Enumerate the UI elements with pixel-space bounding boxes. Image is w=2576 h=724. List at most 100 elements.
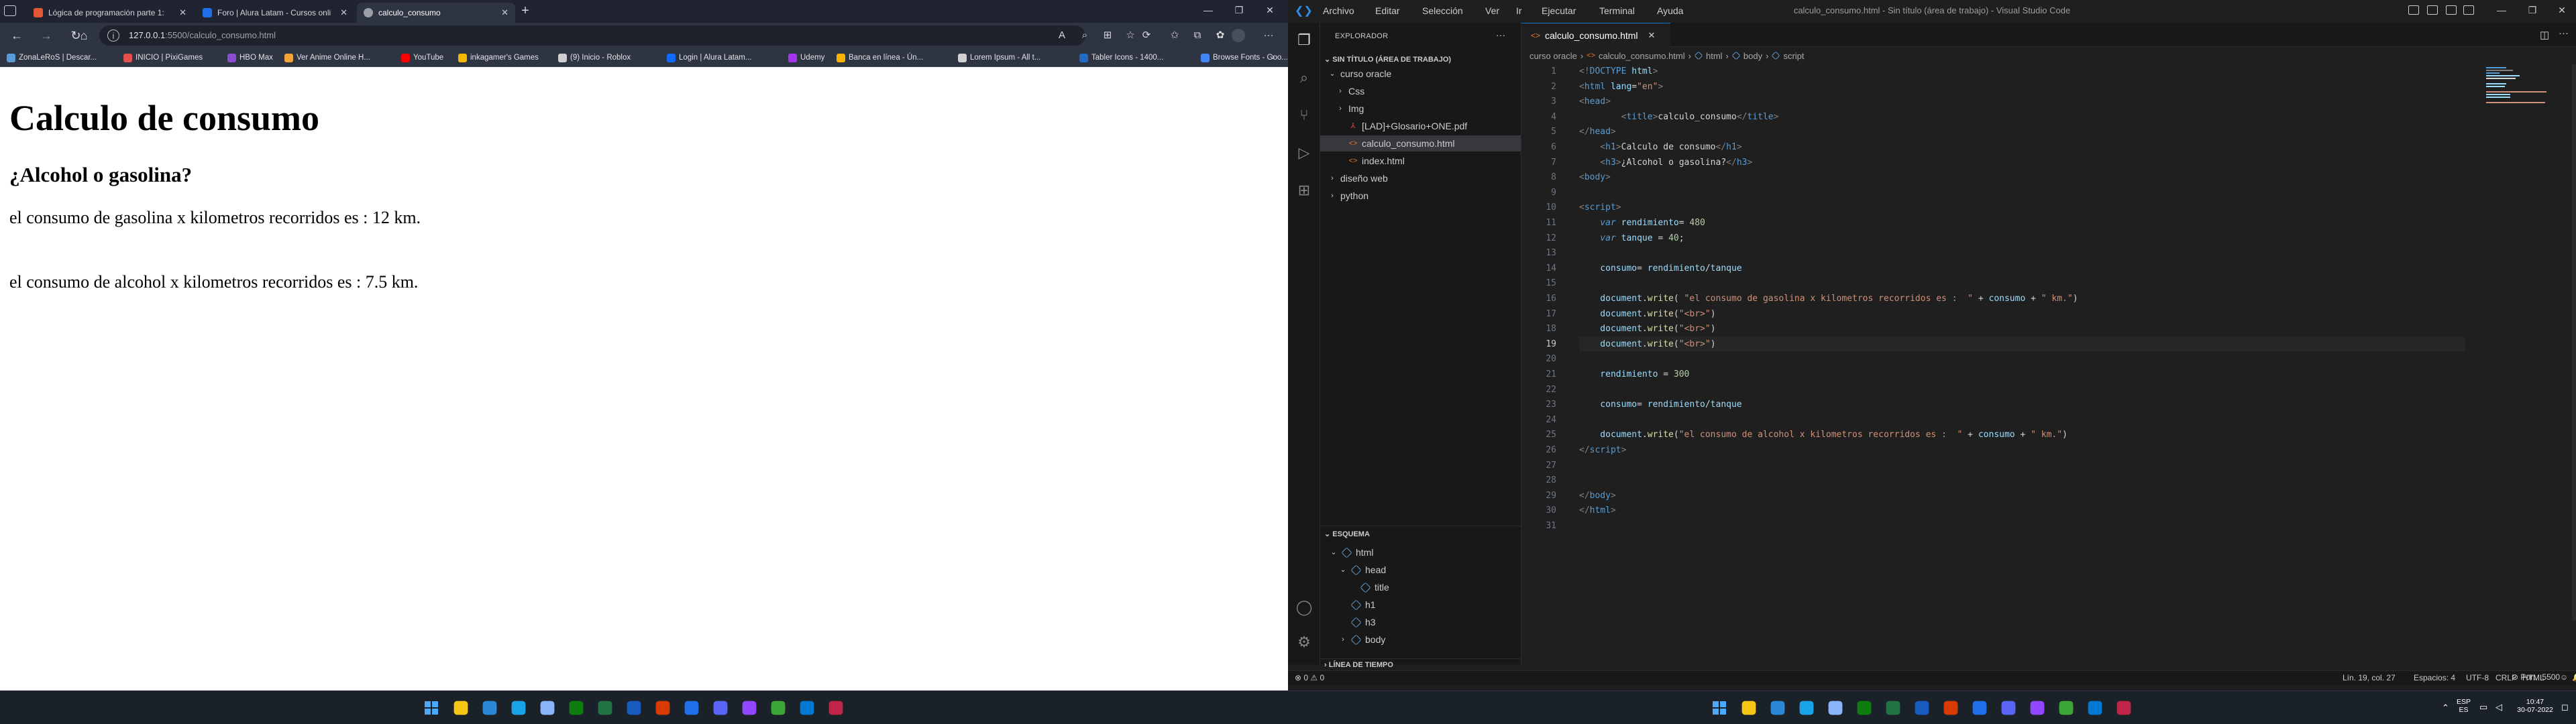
zoom-icon[interactable]: ⌕ bbox=[1076, 27, 1093, 44]
address-bar[interactable]: 127.0.0.1:5500/calculo_consumo.html bbox=[99, 25, 1085, 46]
encoding[interactable]: UTF-8 bbox=[2466, 673, 2489, 682]
home-icon[interactable]: ⌂ bbox=[75, 27, 93, 44]
network-icon[interactable]: ▭ bbox=[2479, 702, 2487, 713]
tree-item-folder[interactable]: › Img bbox=[1336, 101, 1364, 117]
browser-tab-1[interactable]: Lógica de programación parte 1: ✕ bbox=[27, 3, 193, 23]
taskbar-app-icon[interactable] bbox=[1770, 701, 1785, 715]
tree-item-folder-open[interactable]: ⌄ curso oracle bbox=[1328, 66, 1391, 82]
workspace-section-title[interactable]: ⌄ SIN TÍTULO (ÁREA DE TRABAJO) bbox=[1324, 55, 1451, 64]
bookmark-item[interactable]: Login | Alura Latam... bbox=[667, 52, 751, 64]
toggle-panel-icon[interactable] bbox=[2427, 5, 2438, 15]
breadcrumb-item[interactable]: html bbox=[1706, 51, 1723, 61]
tree-item-folder[interactable]: › python bbox=[1328, 188, 1368, 204]
run-debug-icon[interactable]: ▷ bbox=[1295, 143, 1313, 162]
clock[interactable]: 10:47 30-07-2022 bbox=[2514, 698, 2556, 714]
close-tab-icon[interactable]: ✕ bbox=[1648, 30, 1656, 41]
taskbar-app-icon[interactable] bbox=[482, 701, 497, 715]
bookmark-item[interactable]: ZonaLeRoS | Descar... bbox=[7, 52, 97, 64]
taskbar-app-icon[interactable] bbox=[540, 701, 555, 715]
taskbar-app-icon[interactable] bbox=[1828, 701, 1843, 715]
tray-overflow-icon[interactable]: ⌃ bbox=[2442, 703, 2449, 713]
taskbar-app-icon[interactable] bbox=[684, 701, 699, 715]
collections-icon[interactable]: ⧉ bbox=[1189, 27, 1206, 44]
maximize-icon[interactable]: ❐ bbox=[1228, 0, 1250, 20]
extensions-icon[interactable]: ✿ bbox=[1212, 27, 1229, 44]
tree-item-folder[interactable]: › diseño web bbox=[1328, 170, 1388, 186]
breadcrumb-item[interactable]: calculo_consumo.html bbox=[1599, 51, 1685, 61]
menu-item[interactable]: Archivo bbox=[1323, 5, 1354, 16]
close-window-icon[interactable]: ✕ bbox=[1258, 0, 1281, 20]
close-tab-icon[interactable]: ✕ bbox=[179, 7, 186, 18]
feedback-icon[interactable]: ☺ bbox=[2560, 672, 2568, 682]
taskbar-app-icon[interactable] bbox=[771, 701, 786, 715]
menu-item[interactable]: Editar bbox=[1375, 5, 1400, 16]
maximize-icon[interactable]: ❐ bbox=[2521, 0, 2544, 20]
source-control-icon[interactable]: ⑂ bbox=[1295, 106, 1313, 125]
close-tab-icon[interactable]: ✕ bbox=[501, 7, 508, 18]
outline-item[interactable]: title bbox=[1348, 579, 1389, 595]
problems-indicator[interactable]: ⊗ 0 ⚠ 0 bbox=[1295, 673, 1324, 682]
refresh-sync-icon[interactable]: ⟳ bbox=[1138, 27, 1155, 44]
profile-avatar[interactable] bbox=[1232, 29, 1245, 42]
taskbar-app-icon[interactable] bbox=[2001, 701, 2016, 715]
taskbar-app-icon[interactable] bbox=[2059, 701, 2074, 715]
accounts-icon[interactable]: ◯ bbox=[1295, 598, 1313, 617]
editor-more-icon[interactable]: ··· bbox=[2559, 27, 2569, 39]
bookmark-item[interactable]: Lorem Ipsum - All t... bbox=[958, 52, 1040, 64]
bookmark-item[interactable]: (9) Inicio - Roblox bbox=[558, 52, 631, 64]
outline-item[interactable]: › body bbox=[1339, 631, 1385, 648]
explorer-icon[interactable]: ❐ bbox=[1295, 31, 1313, 50]
breadcrumb-item[interactable]: script bbox=[1783, 51, 1804, 61]
menu-item[interactable]: Ejecutar bbox=[1542, 5, 1576, 16]
minimize-icon[interactable]: — bbox=[2490, 0, 2513, 20]
menu-item[interactable]: Ayuda bbox=[1657, 5, 1683, 16]
outline-item[interactable]: h3 bbox=[1339, 614, 1376, 630]
taskbar-app-icon[interactable] bbox=[598, 701, 612, 715]
volume-icon[interactable]: ◁ bbox=[2496, 702, 2502, 713]
favorite-star-icon[interactable]: ☆ bbox=[1122, 27, 1139, 44]
live-server-port[interactable]: ⊘ Port : 5500 bbox=[2512, 672, 2560, 682]
menu-item[interactable]: Ir bbox=[1516, 5, 1522, 16]
language-indicator[interactable]: ESP ES bbox=[2457, 698, 2471, 714]
taskbar-app-icon[interactable] bbox=[2116, 701, 2131, 715]
back-icon[interactable]: ← bbox=[8, 27, 25, 44]
tree-item-pdf[interactable]: ⅄ [LAD]+Glosario+ONE.pdf bbox=[1336, 118, 1468, 134]
menu-item[interactable]: Selección bbox=[1422, 5, 1463, 16]
breadcrumb-item[interactable]: body bbox=[1743, 51, 1762, 61]
indentation[interactable]: Espacios: 4 bbox=[2414, 673, 2455, 682]
browser-tab-2[interactable]: Foro | Alura Latam - Cursos onli ✕ bbox=[196, 3, 354, 23]
taskbar-app-icon[interactable] bbox=[1799, 701, 1814, 715]
taskbar-app-icon[interactable] bbox=[1943, 701, 1958, 715]
settings-gear-icon[interactable]: ⚙ bbox=[1295, 633, 1313, 652]
taskbar-app-icon[interactable] bbox=[511, 701, 526, 715]
notifications-bell-icon[interactable]: 🔔 bbox=[2572, 672, 2576, 682]
minimize-icon[interactable]: — bbox=[1197, 0, 1220, 20]
new-tab-button[interactable]: + bbox=[518, 3, 533, 19]
vertical-scrollbar[interactable] bbox=[2572, 64, 2576, 621]
outline-item[interactable]: ⌄ head bbox=[1339, 562, 1386, 578]
bookmark-item[interactable]: inkagamer's Games bbox=[458, 52, 539, 64]
explorer-more-icon[interactable]: ··· bbox=[1496, 29, 1505, 40]
read-aloud-icon[interactable]: A bbox=[1053, 27, 1071, 44]
start-button[interactable] bbox=[1711, 699, 1728, 717]
timeline-section-title[interactable]: › LÍNEA DE TIEMPO bbox=[1324, 661, 1393, 669]
taskbar-app-icon[interactable] bbox=[828, 701, 843, 715]
code-editor[interactable]: 1 <!DOCTYPE html> 2 <html lang="en"> 3 <head>… bbox=[1521, 64, 2576, 574]
site-info-icon[interactable]: i bbox=[107, 29, 119, 42]
bookmark-item[interactable]: YouTube bbox=[401, 52, 443, 64]
taskbar-app-icon[interactable] bbox=[569, 701, 584, 715]
taskbar-app-icon[interactable] bbox=[742, 701, 757, 715]
browser-tab-3-active[interactable]: calculo_consumo ✕ bbox=[357, 3, 515, 23]
bookmark-item[interactable]: HBO Max bbox=[227, 52, 273, 64]
customize-layout-icon[interactable] bbox=[2463, 5, 2474, 15]
bookmark-item[interactable]: INICIO | PixiGames bbox=[123, 52, 203, 64]
extensions-icon[interactable]: ⊞ bbox=[1295, 181, 1313, 200]
close-tab-icon[interactable]: ✕ bbox=[340, 7, 347, 18]
breadcrumb-item[interactable]: curso oracle bbox=[1529, 51, 1577, 61]
toggle-secondary-sidebar-icon[interactable] bbox=[2446, 5, 2457, 15]
tree-item-html[interactable]: <> index.html bbox=[1336, 153, 1405, 169]
bookmark-item[interactable]: Ver Anime Online H... bbox=[284, 52, 370, 64]
start-button[interactable] bbox=[423, 699, 440, 717]
bookmark-item[interactable]: Udemy bbox=[788, 52, 824, 64]
taskbar-app-icon[interactable] bbox=[800, 701, 814, 715]
